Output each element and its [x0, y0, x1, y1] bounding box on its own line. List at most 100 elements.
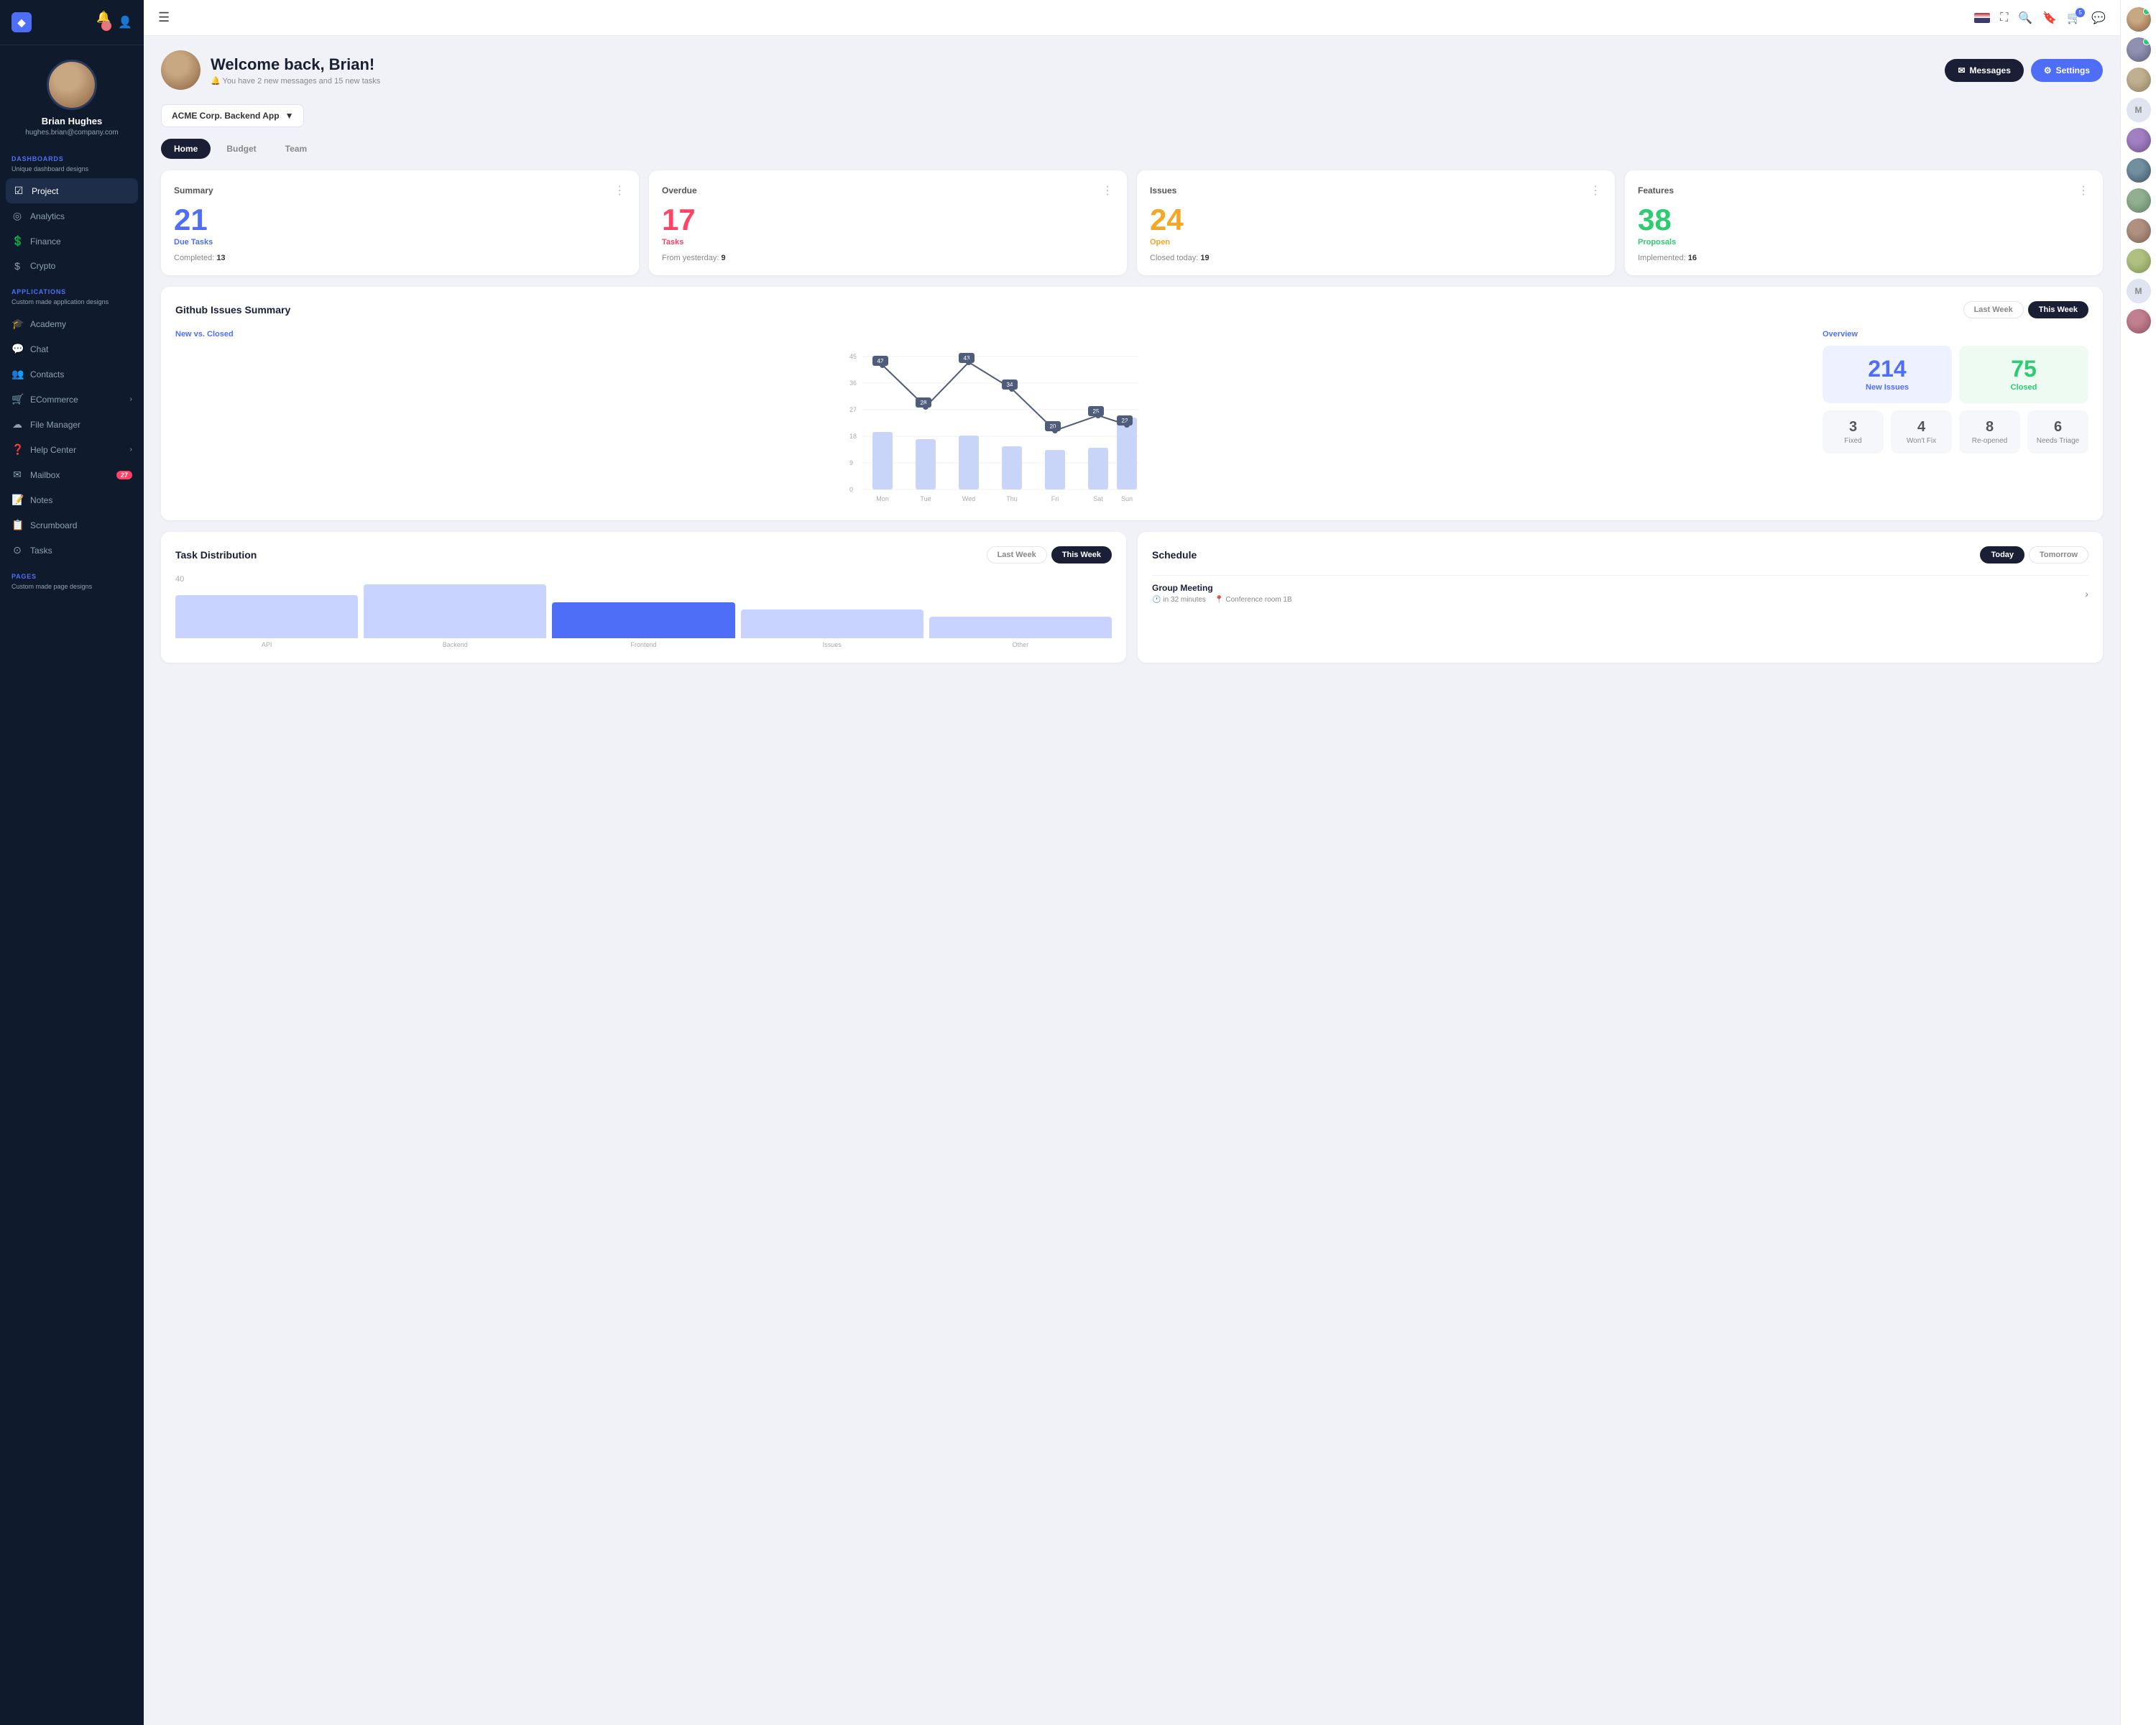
sidebar-item-label: Finance: [30, 236, 61, 247]
sidebar-item-ecommerce[interactable]: 🛒 ECommerce ›: [0, 387, 144, 412]
tab-team[interactable]: Team: [272, 139, 320, 159]
overview-label: Overview: [1823, 330, 2088, 339]
card-summary: Summary ⋮ 21 Due Tasks Completed: 13: [161, 170, 639, 275]
right-avatar-8[interactable]: [2127, 249, 2151, 273]
settings-button[interactable]: ⚙ Settings: [2031, 59, 2103, 82]
section-sub-applications: Custom made application designs: [0, 298, 144, 311]
project-selector[interactable]: ACME Corp. Backend App ▼: [161, 104, 304, 127]
sidebar: ◆ 🔔 3 👤 Brian Hughes hughes.brian@compan…: [0, 0, 144, 1725]
right-avatar-3[interactable]: [2127, 68, 2151, 92]
sidebar-item-finance[interactable]: 💲 Finance: [0, 229, 144, 254]
tomorrow-button[interactable]: Tomorrow: [2029, 546, 2088, 564]
sidebar-item-contacts[interactable]: 👥 Contacts: [0, 362, 144, 387]
sidebar-item-notes[interactable]: 📝 Notes: [0, 487, 144, 512]
sidebar-item-label: Chat: [30, 344, 48, 354]
sidebar-item-scrumboard[interactable]: 📋 Scrumboard: [0, 512, 144, 538]
card-issues: Issues ⋮ 24 Open Closed today: 19: [1137, 170, 1615, 275]
this-week-button-github[interactable]: This Week: [2028, 301, 2088, 318]
tab-home[interactable]: Home: [161, 139, 211, 159]
right-avatar-9[interactable]: [2127, 309, 2151, 334]
bottom-row: Task Distribution Last Week This Week 40…: [161, 532, 2103, 663]
user-profile-icon[interactable]: 👤: [118, 15, 132, 29]
tab-budget[interactable]: Budget: [213, 139, 269, 159]
schedule-title: Schedule: [1152, 549, 1197, 561]
schedule-event-group-meeting: Group Meeting 🕐 in 32 minutes 📍 Conferen…: [1152, 575, 2088, 611]
right-avatar-7[interactable]: [2127, 218, 2151, 243]
notes-icon: 📝: [11, 494, 23, 506]
last-week-button-github[interactable]: Last Week: [1963, 301, 2024, 318]
summary-cards: Summary ⋮ 21 Due Tasks Completed: 13 Ove…: [161, 170, 2103, 275]
overdue-number: 17: [662, 205, 1114, 235]
sidebar-item-project[interactable]: ☑ Project: [6, 178, 138, 203]
github-issues-title: Github Issues Summary: [175, 304, 290, 316]
sidebar-item-analytics[interactable]: ◎ Analytics: [0, 203, 144, 229]
mini-stat-triage: 6 Needs Triage: [2027, 410, 2088, 454]
overdue-label: Tasks: [662, 238, 1114, 247]
svg-text:Sat: Sat: [1093, 495, 1103, 502]
this-week-button-task[interactable]: This Week: [1051, 546, 1112, 564]
mini-stat-fixed: 3 Fixed: [1823, 410, 1884, 454]
card-menu-features[interactable]: ⋮: [2078, 183, 2090, 198]
chevron-right-icon: ›: [130, 446, 132, 454]
right-avatar-5[interactable]: [2127, 158, 2151, 183]
sidebar-item-label: Scrumboard: [30, 520, 77, 530]
sidebar-item-crypto[interactable]: $ Crypto: [0, 254, 144, 278]
github-body: New vs. Closed 45 36 27 18 9 0: [175, 330, 2088, 506]
overview-mini-stats: 3 Fixed 4 Won't Fix 8 Re-opened 6: [1823, 410, 2088, 454]
right-avatar-m2[interactable]: M: [2127, 279, 2151, 303]
closed-stat: 75 Closed: [1959, 346, 2088, 403]
search-icon[interactable]: 🔍: [2018, 11, 2032, 25]
sidebar-item-tasks[interactable]: ⊙ Tasks: [0, 538, 144, 563]
topbar: ☰ ⛶ 🔍 🔖 🛒 5 💬: [144, 0, 2120, 36]
card-overdue: Overdue ⋮ 17 Tasks From yesterday: 9: [649, 170, 1127, 275]
fullscreen-icon[interactable]: ⛶: [2000, 12, 2008, 24]
card-menu-summary[interactable]: ⋮: [614, 183, 626, 198]
messages-button[interactable]: ✉ Messages: [1945, 59, 2023, 82]
welcome-header: Welcome back, Brian! 🔔 You have 2 new me…: [161, 50, 2103, 90]
last-week-button-task[interactable]: Last Week: [987, 546, 1047, 564]
user-email: hughes.brian@company.com: [11, 129, 132, 137]
bookmark-icon[interactable]: 🔖: [2042, 11, 2057, 25]
menu-icon[interactable]: ☰: [158, 10, 170, 25]
main-wrapper: ☰ ⛶ 🔍 🔖 🛒 5 💬 Welcome back, Brian! 🔔 You…: [144, 0, 2120, 1725]
chevron-right-icon[interactable]: ›: [2085, 588, 2088, 599]
cart-icon[interactable]: 🛒 5: [2067, 11, 2081, 25]
right-avatar-2[interactable]: [2127, 37, 2151, 62]
svg-text:45: 45: [849, 353, 857, 360]
scrumboard-icon: 📋: [11, 519, 23, 531]
sidebar-item-academy[interactable]: 🎓 Academy: [0, 311, 144, 336]
right-avatar-6[interactable]: [2127, 188, 2151, 213]
right-avatar-4[interactable]: [2127, 128, 2151, 152]
week-toggle-task: Last Week This Week: [987, 546, 1112, 564]
helpcenter-icon: ❓: [11, 443, 23, 456]
envelope-icon: ✉: [1958, 65, 1965, 75]
mini-stat-reopened: 8 Re-opened: [1959, 410, 2020, 454]
right-avatar-1[interactable]: [2127, 7, 2151, 32]
sidebar-item-filemanager[interactable]: ☁ File Manager: [0, 412, 144, 437]
card-menu-issues[interactable]: ⋮: [1590, 183, 1602, 198]
sidebar-item-helpcenter[interactable]: ❓ Help Center ›: [0, 437, 144, 462]
issues-label: Open: [1150, 238, 1602, 247]
flag-icon[interactable]: [1974, 13, 1990, 23]
issues-number: 24: [1150, 205, 1602, 235]
card-menu-overdue[interactable]: ⋮: [1102, 183, 1114, 198]
card-features: Features ⋮ 38 Proposals Implemented: 16: [1625, 170, 2103, 275]
avatar: [47, 60, 97, 110]
mailbox-icon: ✉: [11, 469, 23, 481]
right-avatar-m1[interactable]: M: [2127, 98, 2151, 122]
reopened-number: 8: [1968, 419, 2012, 436]
messages-icon[interactable]: 💬: [2091, 11, 2106, 25]
today-button[interactable]: Today: [1980, 546, 2024, 564]
sidebar-item-label: Tasks: [30, 546, 52, 556]
sidebar-item-mailbox[interactable]: ✉ Mailbox 27: [0, 462, 144, 487]
notifications-icon[interactable]: 🔔 3: [96, 10, 111, 34]
sidebar-item-chat[interactable]: 💬 Chat: [0, 336, 144, 362]
contacts-icon: 👥: [11, 368, 23, 380]
features-footer: Implemented: 16: [1638, 254, 2090, 262]
reopened-label: Re-opened: [1968, 437, 2012, 445]
sidebar-item-label: Contacts: [30, 369, 64, 380]
event-meta: 🕐 in 32 minutes 📍 Conference room 1B: [1152, 596, 1292, 604]
svg-text:Mon: Mon: [876, 495, 889, 502]
sidebar-item-label: Mailbox: [30, 470, 60, 480]
sidebar-logo[interactable]: ◆: [11, 12, 32, 32]
